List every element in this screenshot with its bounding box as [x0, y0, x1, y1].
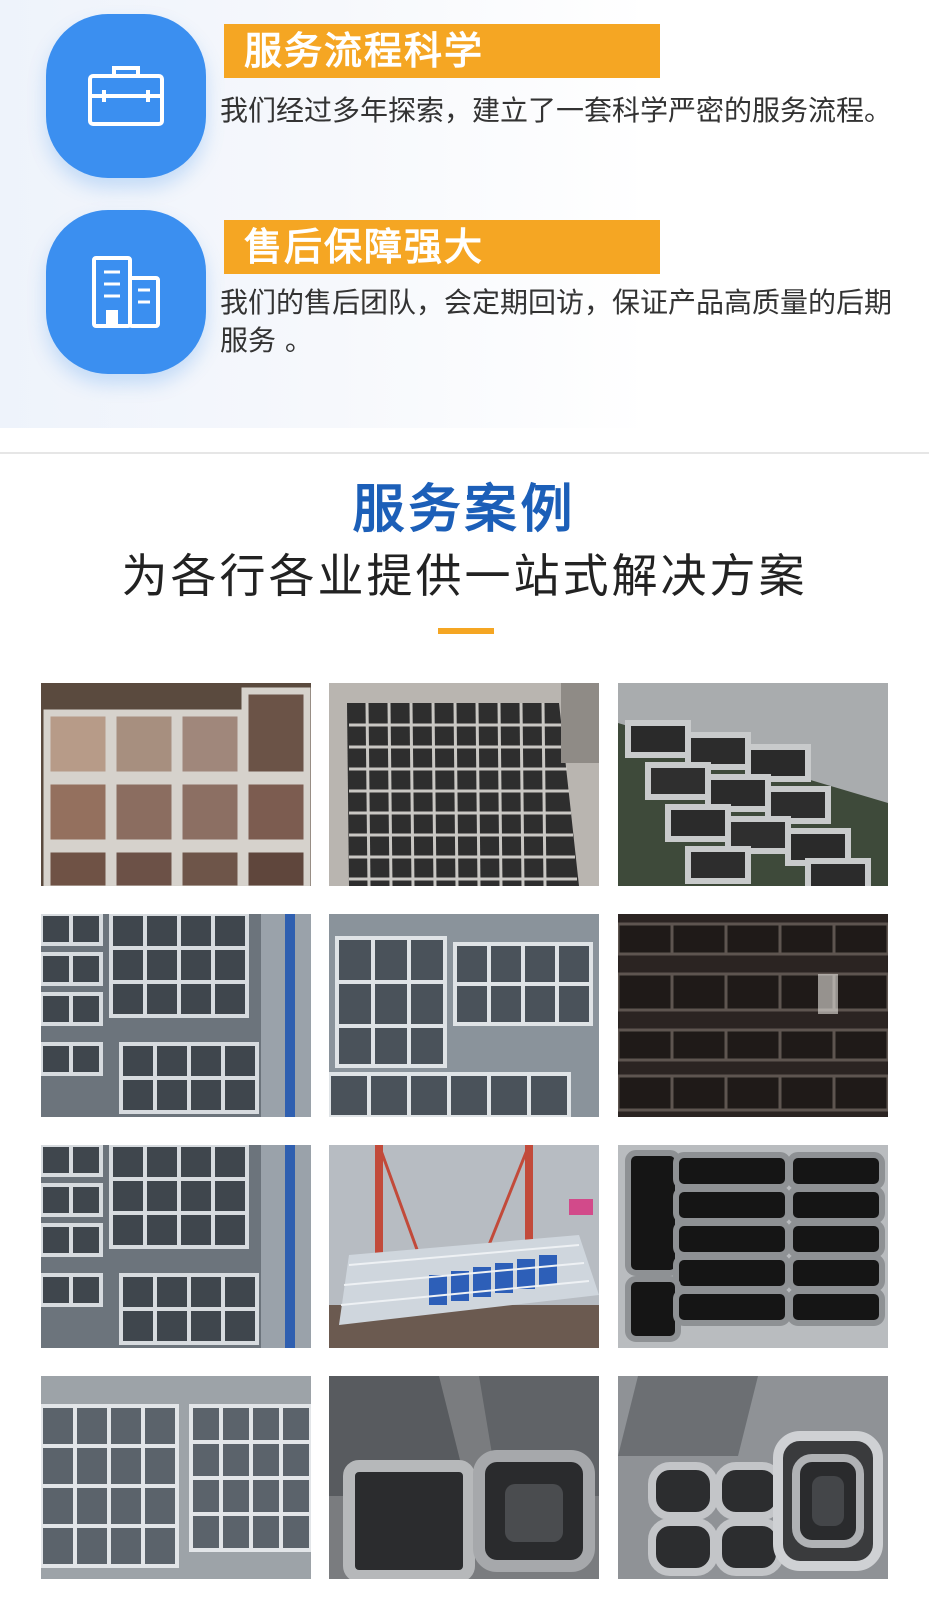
steel-pipe-photo — [41, 683, 311, 886]
gallery-image[interactable] — [41, 914, 311, 1117]
steel-pipe-photo — [41, 914, 311, 1117]
steel-pipe-photo — [329, 683, 599, 886]
steel-pipe-photo — [41, 1145, 311, 1348]
gallery-image[interactable] — [329, 914, 599, 1117]
gallery-image[interactable] — [329, 1376, 599, 1579]
gallery-image[interactable] — [618, 1145, 888, 1348]
gallery-image[interactable] — [41, 1145, 311, 1348]
steel-pipe-photo — [618, 683, 888, 886]
steel-pipe-photo — [618, 1376, 888, 1579]
gallery-image[interactable] — [329, 1145, 599, 1348]
gallery-image[interactable] — [329, 683, 599, 886]
gallery-image[interactable] — [41, 683, 311, 886]
steel-pipe-photo — [329, 1376, 599, 1579]
steel-pipe-photo — [41, 1376, 311, 1579]
gallery-image[interactable] — [618, 683, 888, 886]
gallery-image[interactable] — [618, 914, 888, 1117]
gallery-image[interactable] — [618, 1376, 888, 1579]
steel-pipe-photo — [618, 1145, 888, 1348]
steel-pipe-photo — [329, 1145, 599, 1348]
case-gallery — [0, 0, 929, 1600]
gallery-image[interactable] — [41, 1376, 311, 1579]
steel-pipe-photo — [329, 914, 599, 1117]
steel-pipe-photo — [618, 914, 888, 1117]
